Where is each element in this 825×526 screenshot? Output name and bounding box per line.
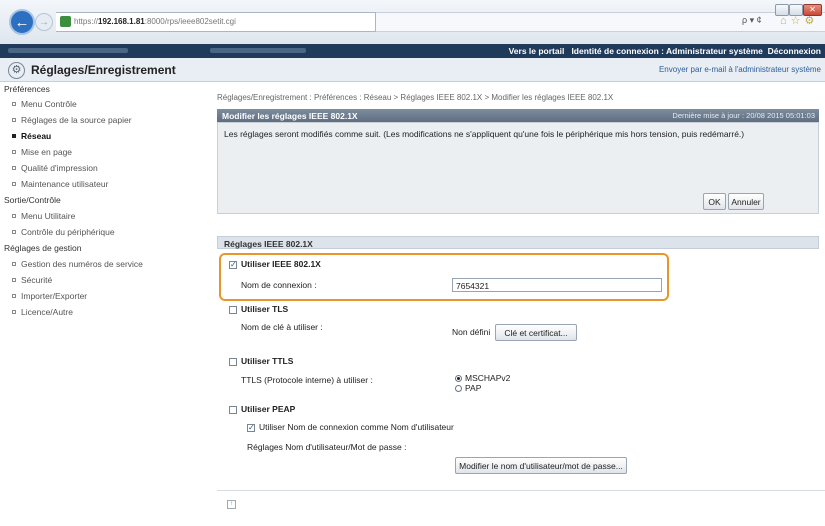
logout-link[interactable]: Déconnexion xyxy=(768,46,821,56)
url-host: 192.168.1.81 xyxy=(98,17,145,26)
sidebar-item-label: Sécurité xyxy=(21,275,53,285)
browser-chrome: ← → https://192.168.1.81:8000/rps/ieee80… xyxy=(0,0,825,44)
sidebar-item-label: Gestion des numéros de service xyxy=(21,259,143,269)
login-name-label: Nom de connexion : xyxy=(241,280,317,290)
breadcrumb: Réglages/Enregistrement : Préférences : … xyxy=(217,93,614,102)
use-peap-checkbox[interactable] xyxy=(229,406,237,414)
window-controls: ✕ xyxy=(775,4,822,17)
ok-button[interactable]: OK xyxy=(703,193,726,210)
cancel-button[interactable]: Annuler xyxy=(728,193,764,210)
use-tls-label: Utiliser TLS xyxy=(241,304,289,314)
app-header: ⚙ Réglages/Enregistrement Envoyer par e-… xyxy=(0,58,825,82)
key-certificate-button[interactable]: Clé et certificat... xyxy=(495,324,577,341)
key-name-label: Nom de clé à utiliser : xyxy=(241,322,323,332)
sidebar-item-label: Maintenance utilisateur xyxy=(21,179,109,189)
last-update: Dernière mise à jour : 20/08 2015 05:01:… xyxy=(672,111,815,120)
settings-gear-icon: ⚙ xyxy=(8,62,25,79)
user-pw-settings-label: Réglages Nom d'utilisateur/Mot de passe … xyxy=(247,442,407,452)
mschapv2-label: MSCHAPv2 xyxy=(465,373,511,383)
sidebar-section-preferences[interactable]: Préférences xyxy=(4,84,50,94)
sidebar-item-numeros-service[interactable]: Gestion des numéros de service xyxy=(12,259,143,269)
sidebar-item-label: Importer/Exporter xyxy=(21,291,88,301)
key-value: Non défini xyxy=(452,327,491,337)
sidebar-item-importer-exporter[interactable]: Importer/Exporter xyxy=(12,291,87,301)
back-arrow-icon[interactable]: ← xyxy=(9,9,35,35)
pap-radio[interactable] xyxy=(455,385,462,392)
forward-arrow-icon[interactable]: → xyxy=(35,13,53,31)
footer-divider xyxy=(217,490,825,491)
pap-label: PAP xyxy=(465,383,482,393)
blurred-device-name xyxy=(210,48,306,53)
ttls-protocol-label: TTLS (Protocole interne) à utiliser : xyxy=(241,375,373,385)
use-ieee-label: Utiliser IEEE 802.1X xyxy=(241,259,321,269)
sidebar-item-controle-peripherique[interactable]: Contrôle du périphérique xyxy=(12,227,115,237)
sidebar-section-reglages-gestion[interactable]: Réglages de gestion xyxy=(4,243,82,253)
sidebar-item-reseau[interactable]: Réseau xyxy=(12,131,51,141)
sidebar-item-menu-utilitaire[interactable]: Menu Utilitaire xyxy=(12,211,75,221)
use-ttls-label: Utiliser TTLS xyxy=(241,356,294,366)
sidebar-item-securite[interactable]: Sécurité xyxy=(12,275,52,285)
use-peap-label: Utiliser PEAP xyxy=(241,404,296,414)
panel-header: Modifier les réglages IEEE 802.1X Derniè… xyxy=(217,109,819,122)
sidebar-item-label: Réseau xyxy=(21,131,52,141)
topbar-links: Vers le portail Identité de connexion : … xyxy=(509,46,821,56)
page-title: Réglages/Enregistrement xyxy=(31,63,176,77)
sidebar-item-maintenance[interactable]: Maintenance utilisateur xyxy=(12,179,108,189)
url-prefix: https:// xyxy=(74,17,99,26)
use-login-as-user-label: Utiliser Nom de connexion comme Nom d'ut… xyxy=(259,422,454,432)
use-tls-checkbox[interactable] xyxy=(229,306,237,314)
panel-title: Modifier les réglages IEEE 802.1X xyxy=(222,111,358,121)
sidebar-item-mise-en-page[interactable]: Mise en page xyxy=(12,147,72,157)
mschapv2-radio[interactable] xyxy=(455,375,462,382)
url-path: :8000/rps/ieee802setit.cgi xyxy=(144,17,236,26)
portal-link[interactable]: Vers le portail xyxy=(509,46,565,56)
search-refresh-control[interactable]: ρ ▾ ¢ xyxy=(742,15,762,26)
address-bar[interactable]: https://192.168.1.81:8000/rps/ieee802set… xyxy=(56,12,376,32)
sidebar-item-menu-controle[interactable]: Menu Contrôle xyxy=(12,99,77,109)
use-ieee-checkbox[interactable]: ✓ xyxy=(229,261,237,269)
close-icon[interactable]: ✕ xyxy=(803,4,822,16)
sidebar-item-qualite-impression[interactable]: Qualité d'impression xyxy=(12,163,98,173)
maximize-icon[interactable] xyxy=(789,4,803,16)
sidebar-item-label: Menu Utilitaire xyxy=(21,211,76,221)
section-header: Réglages IEEE 802.1X xyxy=(217,236,819,249)
panel-body: Les réglages seront modifiés comme suit.… xyxy=(217,122,819,214)
main-content: Réglages/Enregistrement : Préférences : … xyxy=(217,82,825,526)
sidebar-item-label: Réglages de la source papier xyxy=(21,115,132,125)
sidebar-item-label: Licence/Autre xyxy=(21,307,73,317)
site-favicon-icon xyxy=(60,16,71,27)
top-navigation-bar: Vers le portail Identité de connexion : … xyxy=(0,44,825,58)
sidebar-section-sortie-controle[interactable]: Sortie/Contrôle xyxy=(4,195,61,205)
sidebar: Préférences Menu Contrôle Réglages de la… xyxy=(0,82,208,526)
sidebar-item-source-papier[interactable]: Réglages de la source papier xyxy=(12,115,132,125)
page-top-icon[interactable]: ↑ xyxy=(227,500,236,509)
modify-user-password-button[interactable]: Modifier le nom d'utilisateur/mot de pas… xyxy=(455,457,627,474)
sidebar-item-label: Contrôle du périphérique xyxy=(21,227,115,237)
sidebar-item-label: Menu Contrôle xyxy=(21,99,77,109)
info-text: Les réglages seront modifiés comme suit.… xyxy=(224,129,745,139)
blurred-product-name xyxy=(8,48,128,53)
sidebar-item-label: Mise en page xyxy=(21,147,73,157)
minimize-icon[interactable] xyxy=(775,4,789,16)
login-name-input[interactable]: 7654321 xyxy=(452,278,662,292)
use-ttls-checkbox[interactable] xyxy=(229,358,237,366)
login-identity: Identité de connexion : Administrateur s… xyxy=(571,46,763,56)
use-login-as-user-checkbox[interactable]: ✓ xyxy=(247,424,255,432)
sidebar-item-label: Qualité d'impression xyxy=(21,163,98,173)
email-admin-link[interactable]: Envoyer par e-mail à l'administrateur sy… xyxy=(659,65,821,74)
sidebar-item-licence-autre[interactable]: Licence/Autre xyxy=(12,307,73,317)
